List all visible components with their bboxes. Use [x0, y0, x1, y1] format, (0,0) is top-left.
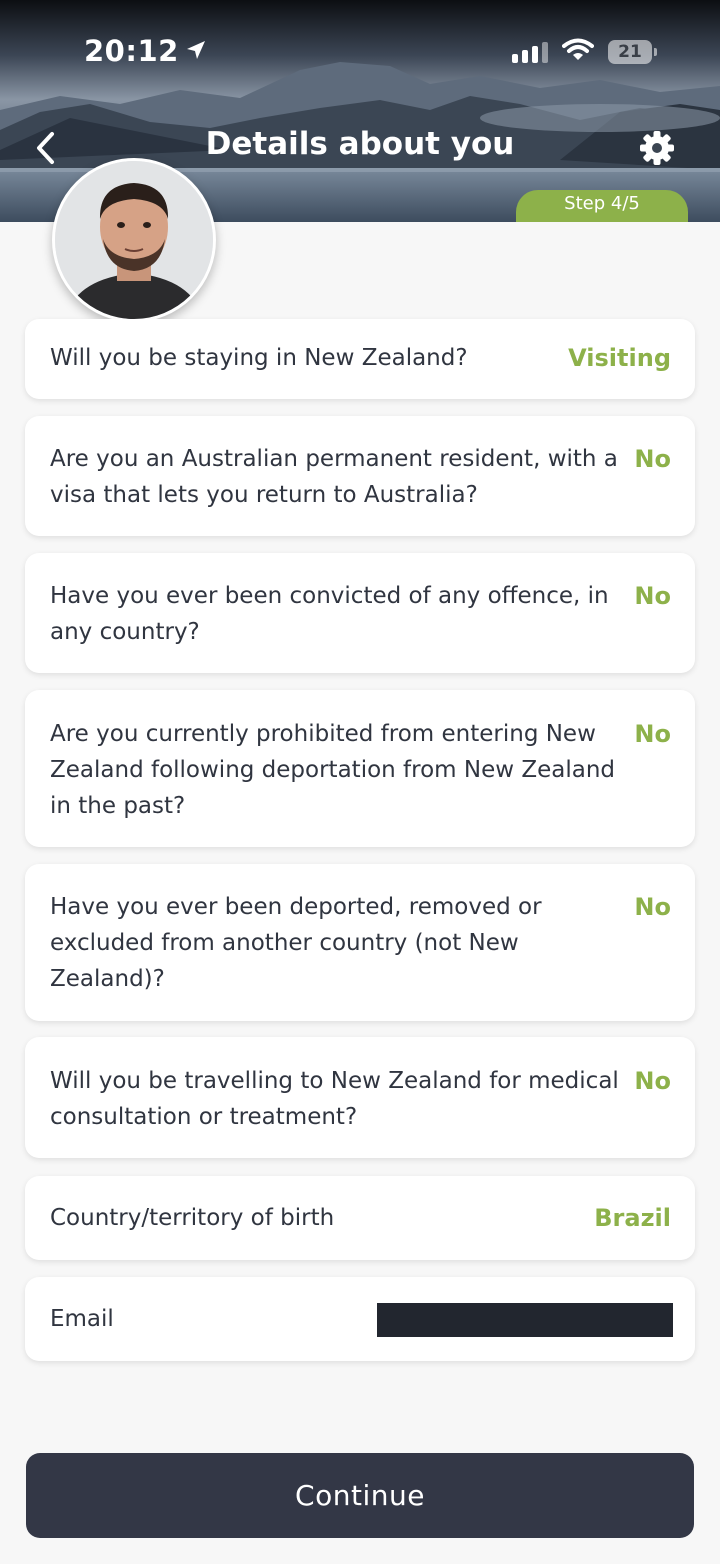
question-label: Country/territory of birth	[50, 1205, 335, 1231]
answer-value: Visiting	[568, 344, 671, 372]
answer-value: No	[634, 445, 671, 473]
gear-icon	[638, 131, 676, 171]
wifi-icon	[562, 38, 594, 66]
question-label: Are you an Australian permanent resident…	[50, 446, 618, 508]
avatar	[52, 158, 216, 322]
answer-value: No	[634, 1067, 671, 1095]
question-label: Have you ever been deported, removed or …	[50, 894, 542, 992]
status-time: 20:12	[84, 34, 207, 68]
answer-value: No	[634, 582, 671, 610]
question-card-deported[interactable]: Have you ever been deported, removed or …	[25, 864, 695, 1021]
app-screen: 20:12 21 Details about you Step 4/5 Will…	[0, 0, 720, 1564]
question-card-prohibited-entry[interactable]: Are you currently prohibited from enteri…	[25, 690, 695, 847]
answer-value: No	[634, 893, 671, 921]
question-label: Have you ever been convicted of any offe…	[50, 583, 609, 645]
location-arrow-icon	[185, 34, 207, 68]
question-card-staying[interactable]: Will you be staying in New Zealand? Visi…	[25, 319, 695, 399]
question-label: Will you be staying in New Zealand?	[50, 345, 468, 371]
question-label: Will you be travelling to New Zealand fo…	[50, 1068, 619, 1130]
step-indicator: Step 4/5	[516, 190, 688, 222]
answer-value: Brazil	[594, 1204, 671, 1232]
question-card-email[interactable]: Email	[25, 1277, 695, 1361]
battery-icon: 21	[608, 40, 657, 64]
settings-button[interactable]	[638, 129, 676, 167]
user-photo	[55, 161, 213, 319]
question-card-medical[interactable]: Will you be travelling to New Zealand fo…	[25, 1037, 695, 1158]
status-indicators: 21	[512, 38, 657, 66]
redacted-email-value	[377, 1303, 673, 1337]
continue-button[interactable]: Continue	[26, 1453, 694, 1538]
question-card-australian-resident[interactable]: Are you an Australian permanent resident…	[25, 416, 695, 536]
cellular-signal-icon	[512, 41, 548, 63]
question-label: Are you currently prohibited from enteri…	[50, 721, 616, 819]
question-card-country-of-birth[interactable]: Country/territory of birth Brazil	[25, 1176, 695, 1260]
page-title: Details about you	[205, 126, 515, 162]
answer-value: No	[634, 720, 671, 748]
question-card-convicted[interactable]: Have you ever been convicted of any offe…	[25, 553, 695, 673]
